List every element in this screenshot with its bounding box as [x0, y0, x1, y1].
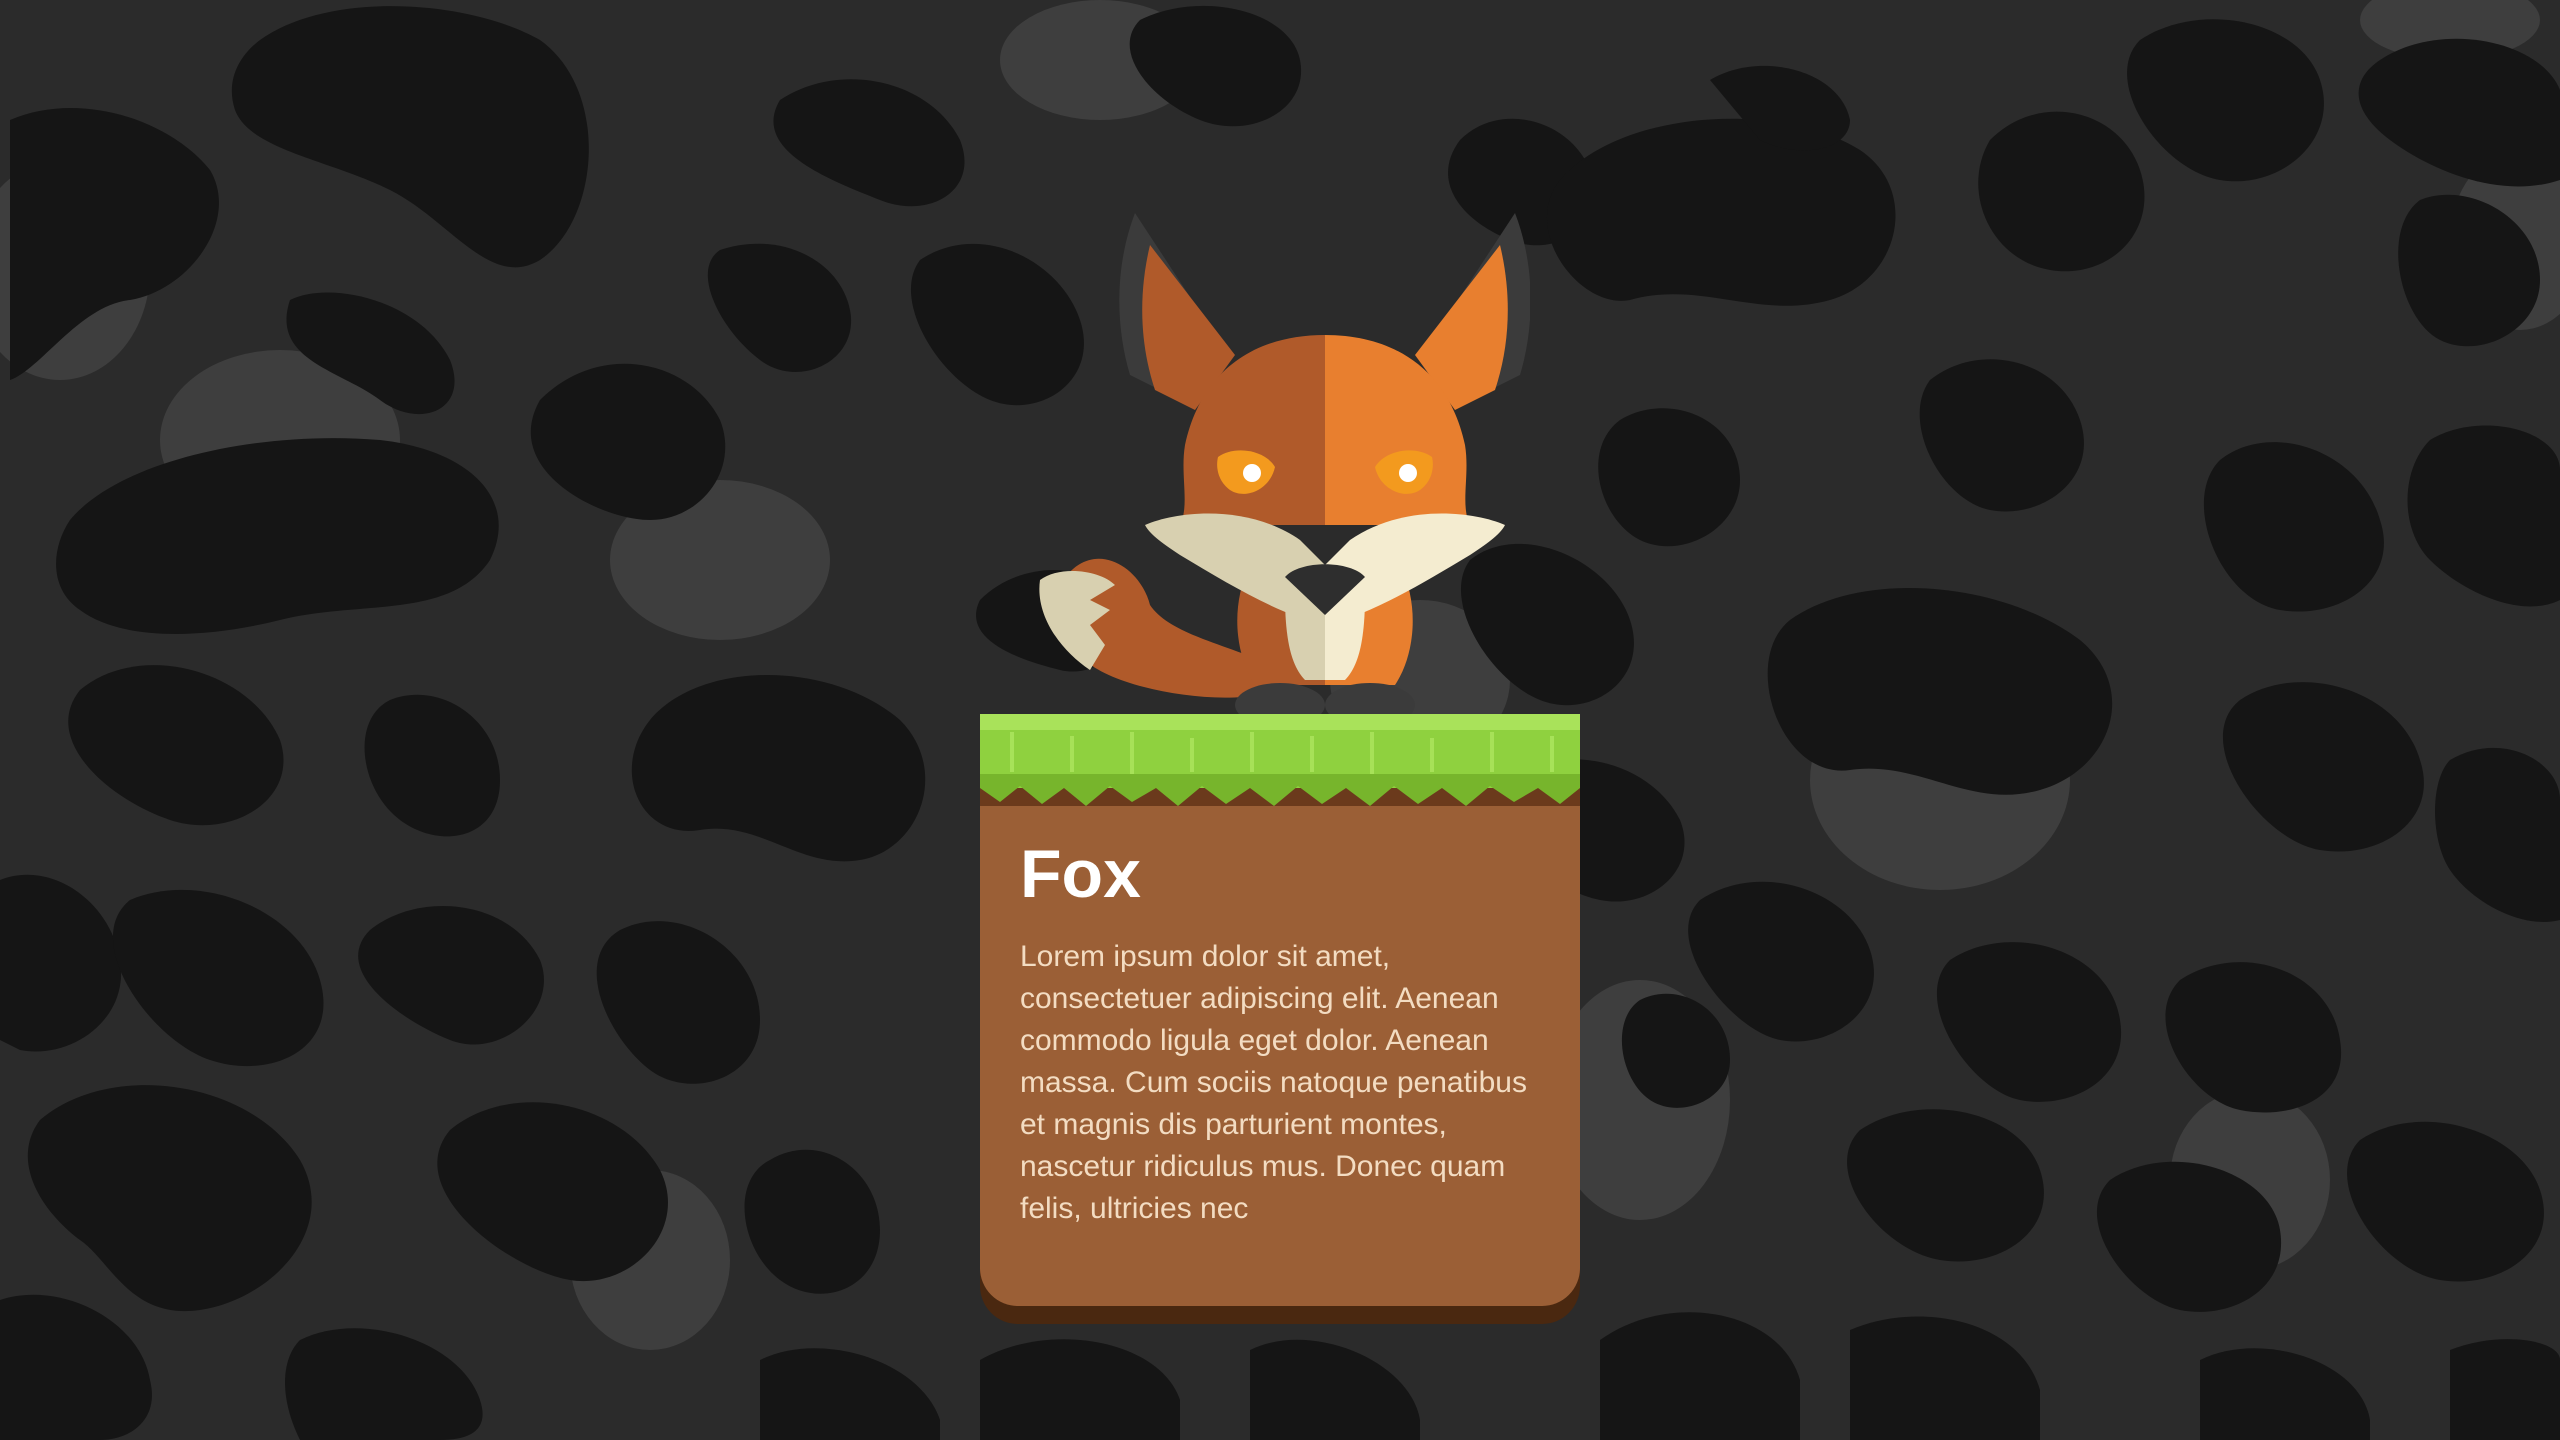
fox-icon	[1039, 213, 1530, 725]
scene: Fox Lorem ipsum dolor sit amet, consecte…	[0, 0, 2560, 1440]
card-description: Lorem ipsum dolor sit amet, consectetuer…	[1020, 940, 1527, 1225]
grass-ground-icon	[980, 714, 1580, 806]
card-title: Fox	[1020, 836, 1141, 912]
info-card: Fox Lorem ipsum dolor sit amet, consecte…	[980, 714, 1580, 1324]
card-body: Fox Lorem ipsum dolor sit amet, consecte…	[980, 714, 1580, 1306]
